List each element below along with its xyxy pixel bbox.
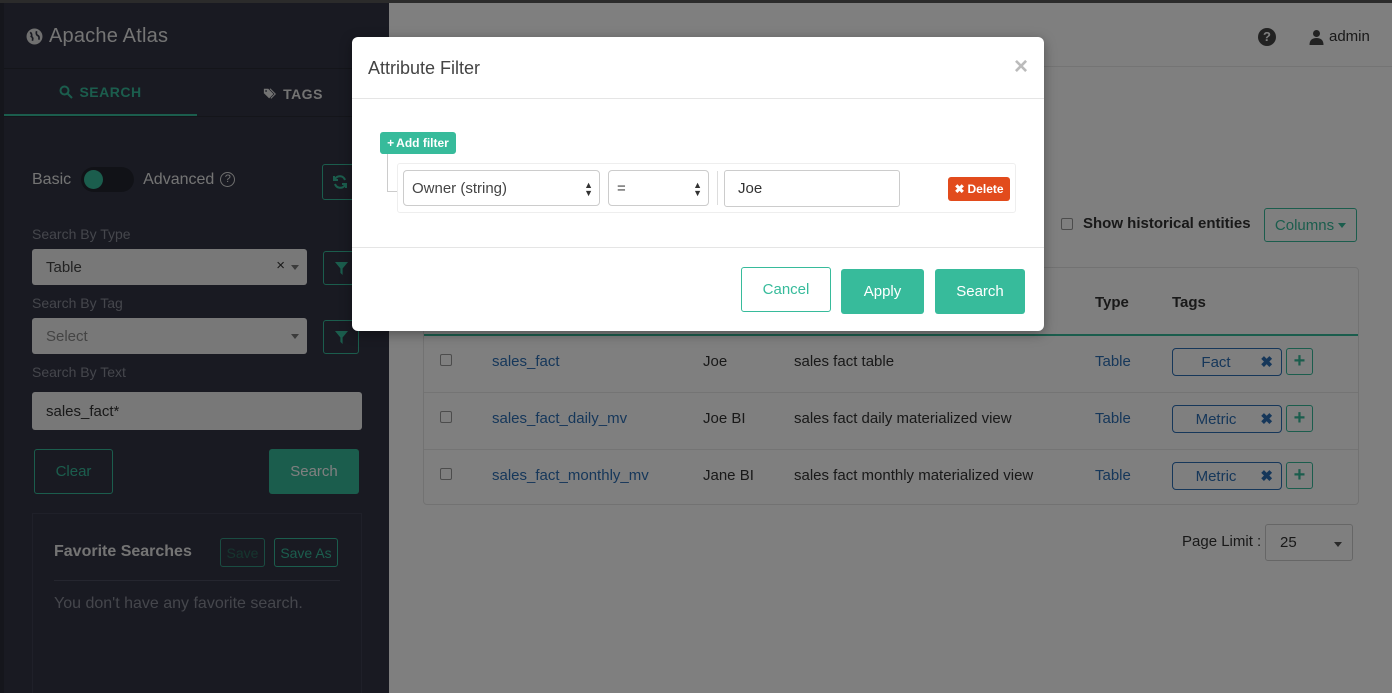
remove-icon: ✖ (954, 182, 965, 196)
tree-connector (387, 191, 397, 192)
modal-footer-divider (352, 247, 1044, 248)
modal-header: Attribute Filter × (352, 37, 1044, 99)
modal-title: Attribute Filter (368, 58, 481, 78)
add-filter-label: Add filter (396, 136, 449, 150)
modal-search-button[interactable]: Search (935, 269, 1025, 314)
updown-icon: ▲ ▼ (584, 180, 593, 198)
tree-connector (387, 154, 388, 192)
filter-value: Joe (738, 180, 763, 197)
window-top-edge (0, 0, 1392, 3)
close-icon[interactable]: × (1014, 53, 1028, 81)
divider (717, 171, 718, 205)
add-filter-button[interactable]: + Add filter (380, 132, 456, 154)
delete-label: Delete (967, 182, 1004, 196)
operator-value: = (617, 179, 626, 197)
cancel-button[interactable]: Cancel (741, 267, 831, 312)
updown-icon: ▲ ▼ (693, 180, 702, 198)
operator-select[interactable]: = ▲ ▼ (608, 170, 709, 206)
attribute-select[interactable]: Owner (string) ▲ ▼ (403, 170, 600, 206)
filter-value-input[interactable]: Joe (724, 170, 900, 207)
delete-rule-button[interactable]: ✖ Delete (948, 177, 1010, 201)
apply-button[interactable]: Apply (841, 269, 924, 314)
plus-icon: + (387, 136, 395, 150)
attribute-filter-modal: Attribute Filter × + Add filter Owner (s… (352, 37, 1044, 331)
attribute-value: Owner (string) (412, 179, 508, 197)
